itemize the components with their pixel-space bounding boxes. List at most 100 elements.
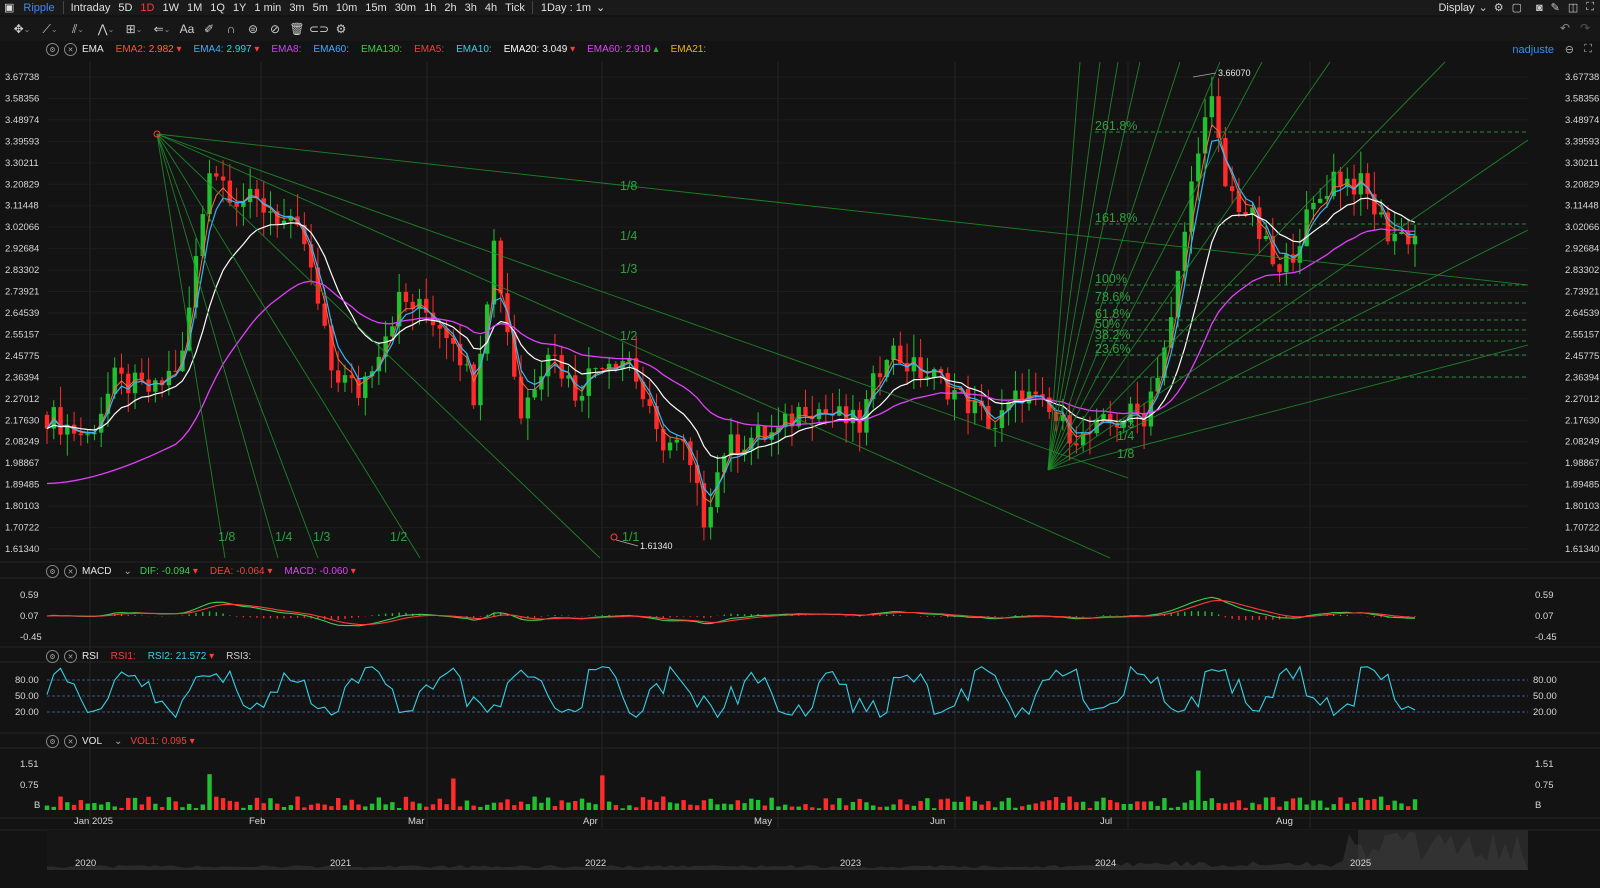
undo-icon[interactable]: ↶	[1560, 21, 1570, 35]
redo-icon[interactable]: ↷	[1580, 21, 1590, 35]
ema-item[interactable]: EMA60:	[313, 44, 349, 55]
camera-icon[interactable]: ◙	[1536, 2, 1543, 14]
settings-icon[interactable]: ⚙	[46, 565, 59, 578]
candle-body	[187, 307, 192, 351]
window-icon[interactable]: ▢	[1512, 1, 1522, 14]
ema-item[interactable]: EMA5:	[414, 44, 444, 55]
close-icon[interactable]: ✕	[64, 565, 77, 578]
candle-body	[1040, 394, 1045, 398]
adjust-label[interactable]: nadjuste	[1512, 44, 1554, 56]
indicator-name[interactable]: MACD	[82, 566, 111, 577]
fib-level-label: 261.8%	[1095, 119, 1137, 133]
period-1m[interactable]: 1M	[183, 2, 206, 14]
volume-bar	[417, 803, 422, 810]
period-1d[interactable]: 1D	[136, 2, 158, 14]
indicator-name[interactable]: RSI	[82, 651, 99, 662]
text-tool-icon[interactable]: Aa	[176, 19, 198, 39]
candle-body	[1297, 246, 1303, 263]
close-icon[interactable]: ✕	[64, 735, 77, 748]
period-5d[interactable]: 5D	[114, 2, 136, 14]
chevron-down-icon[interactable]: ⌄	[114, 736, 122, 747]
pen-icon[interactable]: ✐	[198, 19, 220, 39]
period-1q[interactable]: 1Q	[206, 2, 229, 14]
candle-body	[1189, 181, 1194, 232]
period-2h[interactable]: 2h	[440, 2, 460, 14]
period-3h[interactable]: 3h	[461, 2, 481, 14]
ema-item[interactable]: EMA2: 2.982 ▾	[116, 44, 182, 55]
period-30m[interactable]: 30m	[391, 2, 420, 14]
period-1y[interactable]: 1Y	[229, 2, 250, 14]
settings-icon[interactable]: ⚙	[1494, 1, 1504, 14]
ema-item[interactable]: EMA130:	[361, 44, 402, 55]
rsi-item[interactable]: RSI2: 21.572 ▾	[148, 651, 214, 662]
lock-icon[interactable]: ⊜	[242, 19, 264, 39]
period-1h[interactable]: 1h	[420, 2, 440, 14]
indicator-name[interactable]: VOL	[82, 736, 102, 747]
vol-axis-label: B	[34, 800, 40, 811]
period-1-min[interactable]: 1 min	[250, 2, 285, 14]
measure-tool-icon[interactable]: ⊞ ⌄	[120, 19, 148, 39]
move-icon[interactable]: ✥ ⌄	[8, 19, 36, 39]
period-intraday[interactable]: Intraday	[67, 2, 115, 14]
candle-body	[254, 188, 260, 199]
rsi-item[interactable]: RSI3:	[226, 651, 251, 662]
interval-select[interactable]: 1Day : 1m	[536, 2, 596, 14]
ema-legend: ⚙ ✕ EMA EMA2: 2.982 ▾ EMA4: 2.997 ▾ EMA8: EMA…	[46, 43, 718, 56]
arrow-down-icon: ▾	[173, 44, 182, 55]
macd-item[interactable]: MACD: -0.060 ▾	[284, 566, 355, 577]
vol-value: 0.095	[161, 736, 187, 747]
pencil-icon[interactable]: ✎	[1551, 1, 1560, 14]
price-axis-label: 1.61340	[1565, 544, 1599, 555]
volume-bar	[749, 798, 754, 810]
period-1w[interactable]: 1W	[158, 2, 183, 14]
macd-item[interactable]: DEA: -0.064 ▾	[210, 566, 273, 577]
channel-tool-icon[interactable]: ⫽ ⌄	[64, 19, 92, 39]
ema-item[interactable]: EMA21:	[671, 44, 707, 55]
layout-icon[interactable]: ▣	[0, 1, 18, 14]
link-icon[interactable]: ⊂⊃	[308, 19, 330, 39]
volume-bar	[1135, 801, 1140, 810]
ema-item[interactable]: EMA20: 3.049 ▾	[504, 44, 575, 55]
period-15m[interactable]: 15m	[361, 2, 390, 14]
candle-body	[471, 364, 476, 406]
fib-level-label: 100%	[1095, 272, 1127, 286]
chevron-down-icon[interactable]: ⌄	[1479, 1, 1488, 14]
vol-item[interactable]: VOL1: 0.095 ▾	[130, 736, 194, 747]
ema-item[interactable]: EMA10:	[456, 44, 492, 55]
symbol-label[interactable]: Ripple	[18, 2, 59, 14]
rsi-item[interactable]: RSI1:	[111, 651, 136, 662]
period-5m[interactable]: 5m	[309, 2, 332, 14]
close-icon[interactable]: ✕	[64, 650, 77, 663]
collapse-icon[interactable]: ⊖	[1565, 43, 1574, 56]
ema-item[interactable]: EMA8:	[271, 44, 301, 55]
ema-item[interactable]: EMA4: 2.997 ▾	[194, 44, 260, 55]
ema-item[interactable]: EMA60: 2.910 ▴	[587, 44, 658, 55]
split-icon[interactable]: ◫	[1568, 1, 1578, 14]
chevron-down-icon[interactable]: ⌄	[596, 1, 605, 14]
settings-icon[interactable]: ⚙	[46, 43, 59, 56]
settings-icon[interactable]: ⚙	[46, 735, 59, 748]
chevron-down-icon[interactable]: ⌄	[123, 566, 131, 577]
period-4h[interactable]: 4h	[481, 2, 501, 14]
indicator-name[interactable]: EMA	[82, 44, 104, 55]
volume-bar	[1297, 797, 1303, 810]
trash-icon[interactable]: 🗑	[286, 19, 308, 39]
settings-icon[interactable]: ⚙	[330, 19, 352, 39]
period-10m[interactable]: 10m	[332, 2, 361, 14]
display-menu[interactable]: Display	[1434, 2, 1478, 14]
arrow-tool-icon[interactable]: ⇐ ⌄	[148, 19, 176, 39]
candle-body	[491, 240, 497, 305]
magnet-icon[interactable]: ∩	[220, 19, 242, 39]
macd-item[interactable]: DIF: -0.094 ▾	[140, 566, 198, 577]
hide-icon[interactable]: ⊘	[264, 19, 286, 39]
line-tool-icon[interactable]: ⟋ ⌄	[36, 19, 64, 39]
period-tick[interactable]: Tick	[501, 2, 529, 14]
candle-body	[593, 368, 598, 370]
settings-icon[interactable]: ⚙	[46, 650, 59, 663]
pattern-tool-icon[interactable]: ⋀ ⌄	[92, 19, 120, 39]
fan-ratio-label: 1/4	[275, 530, 292, 544]
fullscreen-icon[interactable]: ⛶	[1586, 1, 1594, 14]
maximize-icon[interactable]: ⛶	[1584, 43, 1592, 56]
close-icon[interactable]: ✕	[64, 43, 77, 56]
period-3m[interactable]: 3m	[285, 2, 308, 14]
